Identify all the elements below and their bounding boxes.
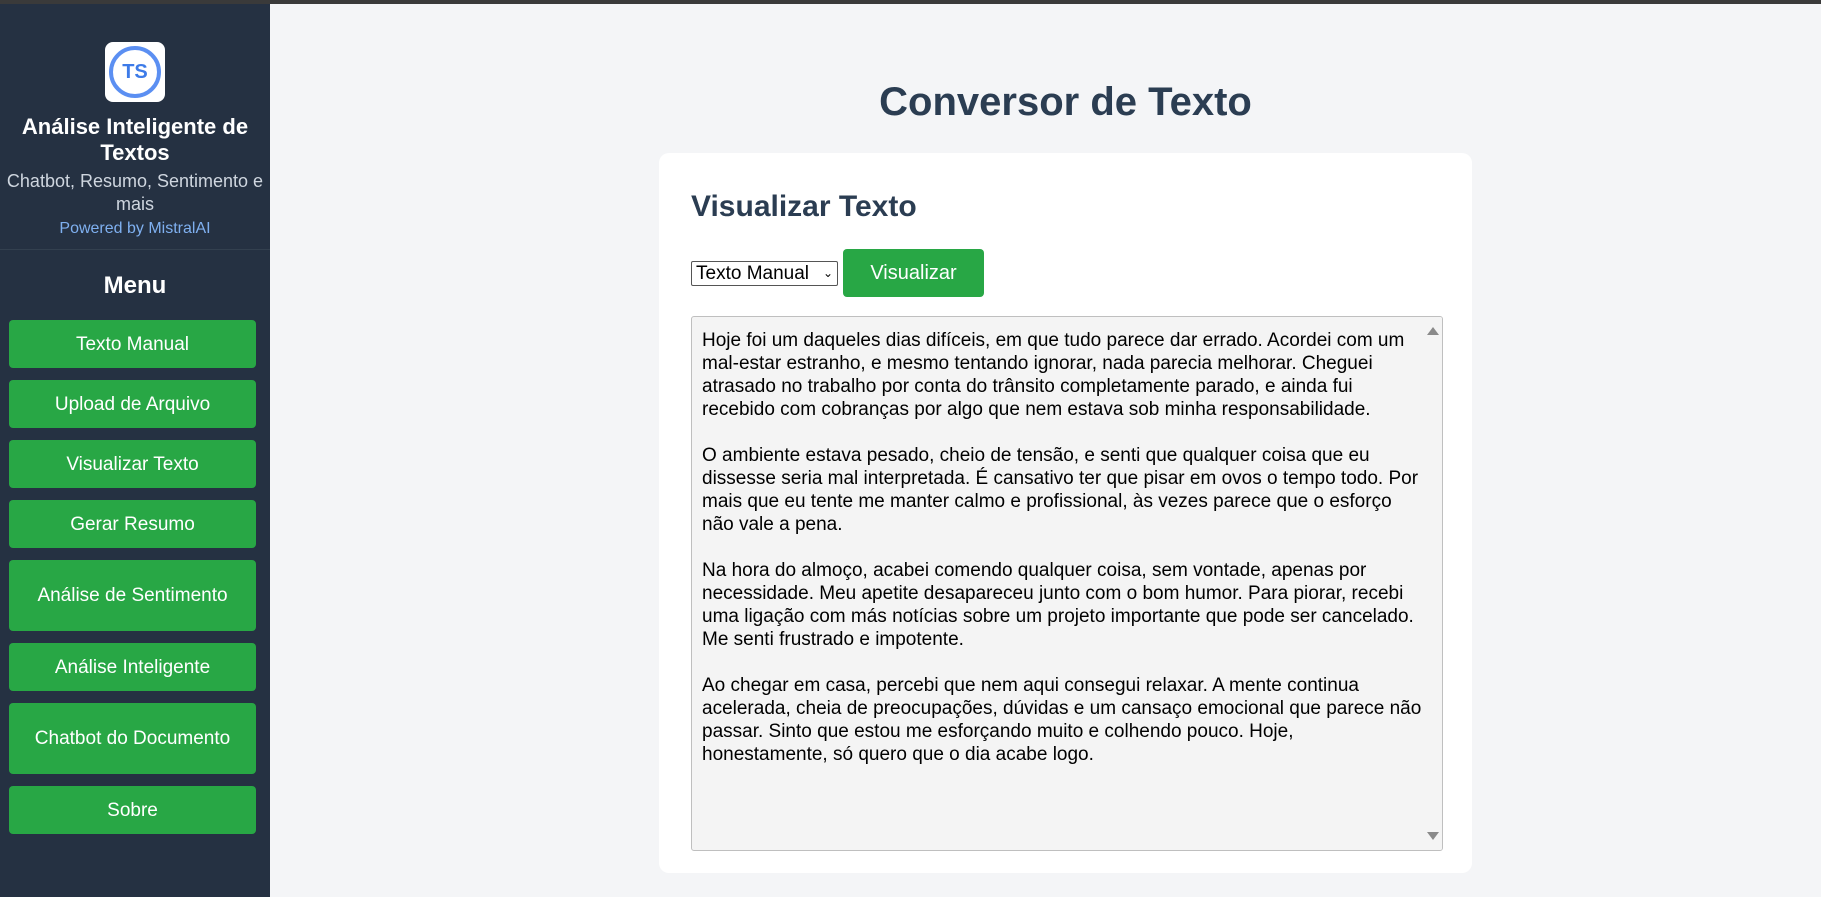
app-logo: TS	[105, 42, 165, 102]
text-paragraph: O ambiente estava pesado, cheio de tensã…	[702, 445, 1419, 535]
menu-item-gerar-resumo[interactable]: Gerar Resumo	[9, 500, 256, 548]
menu-item-texto-manual[interactable]: Texto Manual	[9, 320, 256, 368]
visualizar-button-label: Visualizar	[870, 261, 957, 284]
app-title: Análise Inteligente de Textos	[21, 114, 249, 165]
menu-item-label: Análise Inteligente	[54, 656, 211, 678]
controls-row: Texto Manual ⌄ Visualizar	[691, 249, 984, 297]
menu-item-label: Sobre	[107, 799, 158, 821]
card-title: Visualizar Texto	[691, 190, 917, 223]
logo-text: TS	[122, 60, 148, 83]
text-content: Hoje foi um daqueles dias difíceis, em q…	[702, 329, 1422, 789]
menu-item-label: Upload de Arquivo	[54, 393, 211, 415]
powered-by: Powered by MistralAI	[59, 220, 211, 237]
menu-item-sobre[interactable]: Sobre	[9, 786, 256, 834]
source-select-value: Texto Manual	[696, 262, 810, 284]
menu-item-chatbot-documento[interactable]: Chatbot do Documento	[9, 703, 256, 774]
menu-item-label: Visualizar Texto	[66, 453, 199, 475]
menu-item-label: Texto Manual	[75, 333, 189, 355]
scroll-up-arrow-icon[interactable]	[1427, 327, 1439, 335]
scroll-down-arrow-icon[interactable]	[1427, 832, 1439, 840]
page-title: Conversor de Texto	[879, 80, 1252, 124]
text-display-area[interactable]: Hoje foi um daqueles dias difíceis, em q…	[691, 316, 1443, 851]
visualizar-button[interactable]: Visualizar	[843, 249, 984, 297]
visualizar-card: Visualizar Texto Texto Manual ⌄ Visualiz…	[659, 153, 1472, 873]
menu-item-analise-sentimento[interactable]: Análise de Sentimento	[9, 560, 256, 631]
sidebar: TS Análise Inteligente de Textos Chatbot…	[0, 4, 270, 897]
main-content: Conversor de Texto Visualizar Texto Text…	[270, 4, 1821, 897]
menu-item-visualizar-texto[interactable]: Visualizar Texto	[9, 440, 256, 488]
menu-item-upload-arquivo[interactable]: Upload de Arquivo	[9, 380, 256, 428]
menu-item-analise-inteligente[interactable]: Análise Inteligente	[9, 643, 256, 691]
menu-item-label: Análise de Sentimento	[37, 585, 228, 606]
menu-item-label: Gerar Resumo	[70, 513, 195, 535]
text-paragraph: Na hora do almoço, acabei comendo qualqu…	[702, 560, 1414, 650]
app-subtitle: Chatbot, Resumo, Sentimento e mais	[6, 171, 264, 214]
text-paragraph: Hoje foi um daqueles dias difíceis, em q…	[702, 330, 1405, 420]
logo-ring-icon: TS	[109, 46, 161, 98]
text-paragraph: Ao chegar em casa, percebi que nem aqui …	[702, 675, 1422, 765]
scrollbar[interactable]	[1424, 317, 1442, 850]
menu-title: Menu	[103, 272, 167, 299]
sidebar-brand: TS Análise Inteligente de Textos Chatbot…	[0, 4, 270, 250]
chevron-down-icon: ⌄	[822, 265, 833, 280]
source-select[interactable]: Texto Manual ⌄	[691, 260, 838, 286]
menu-item-label: Chatbot do Documento	[34, 728, 231, 749]
